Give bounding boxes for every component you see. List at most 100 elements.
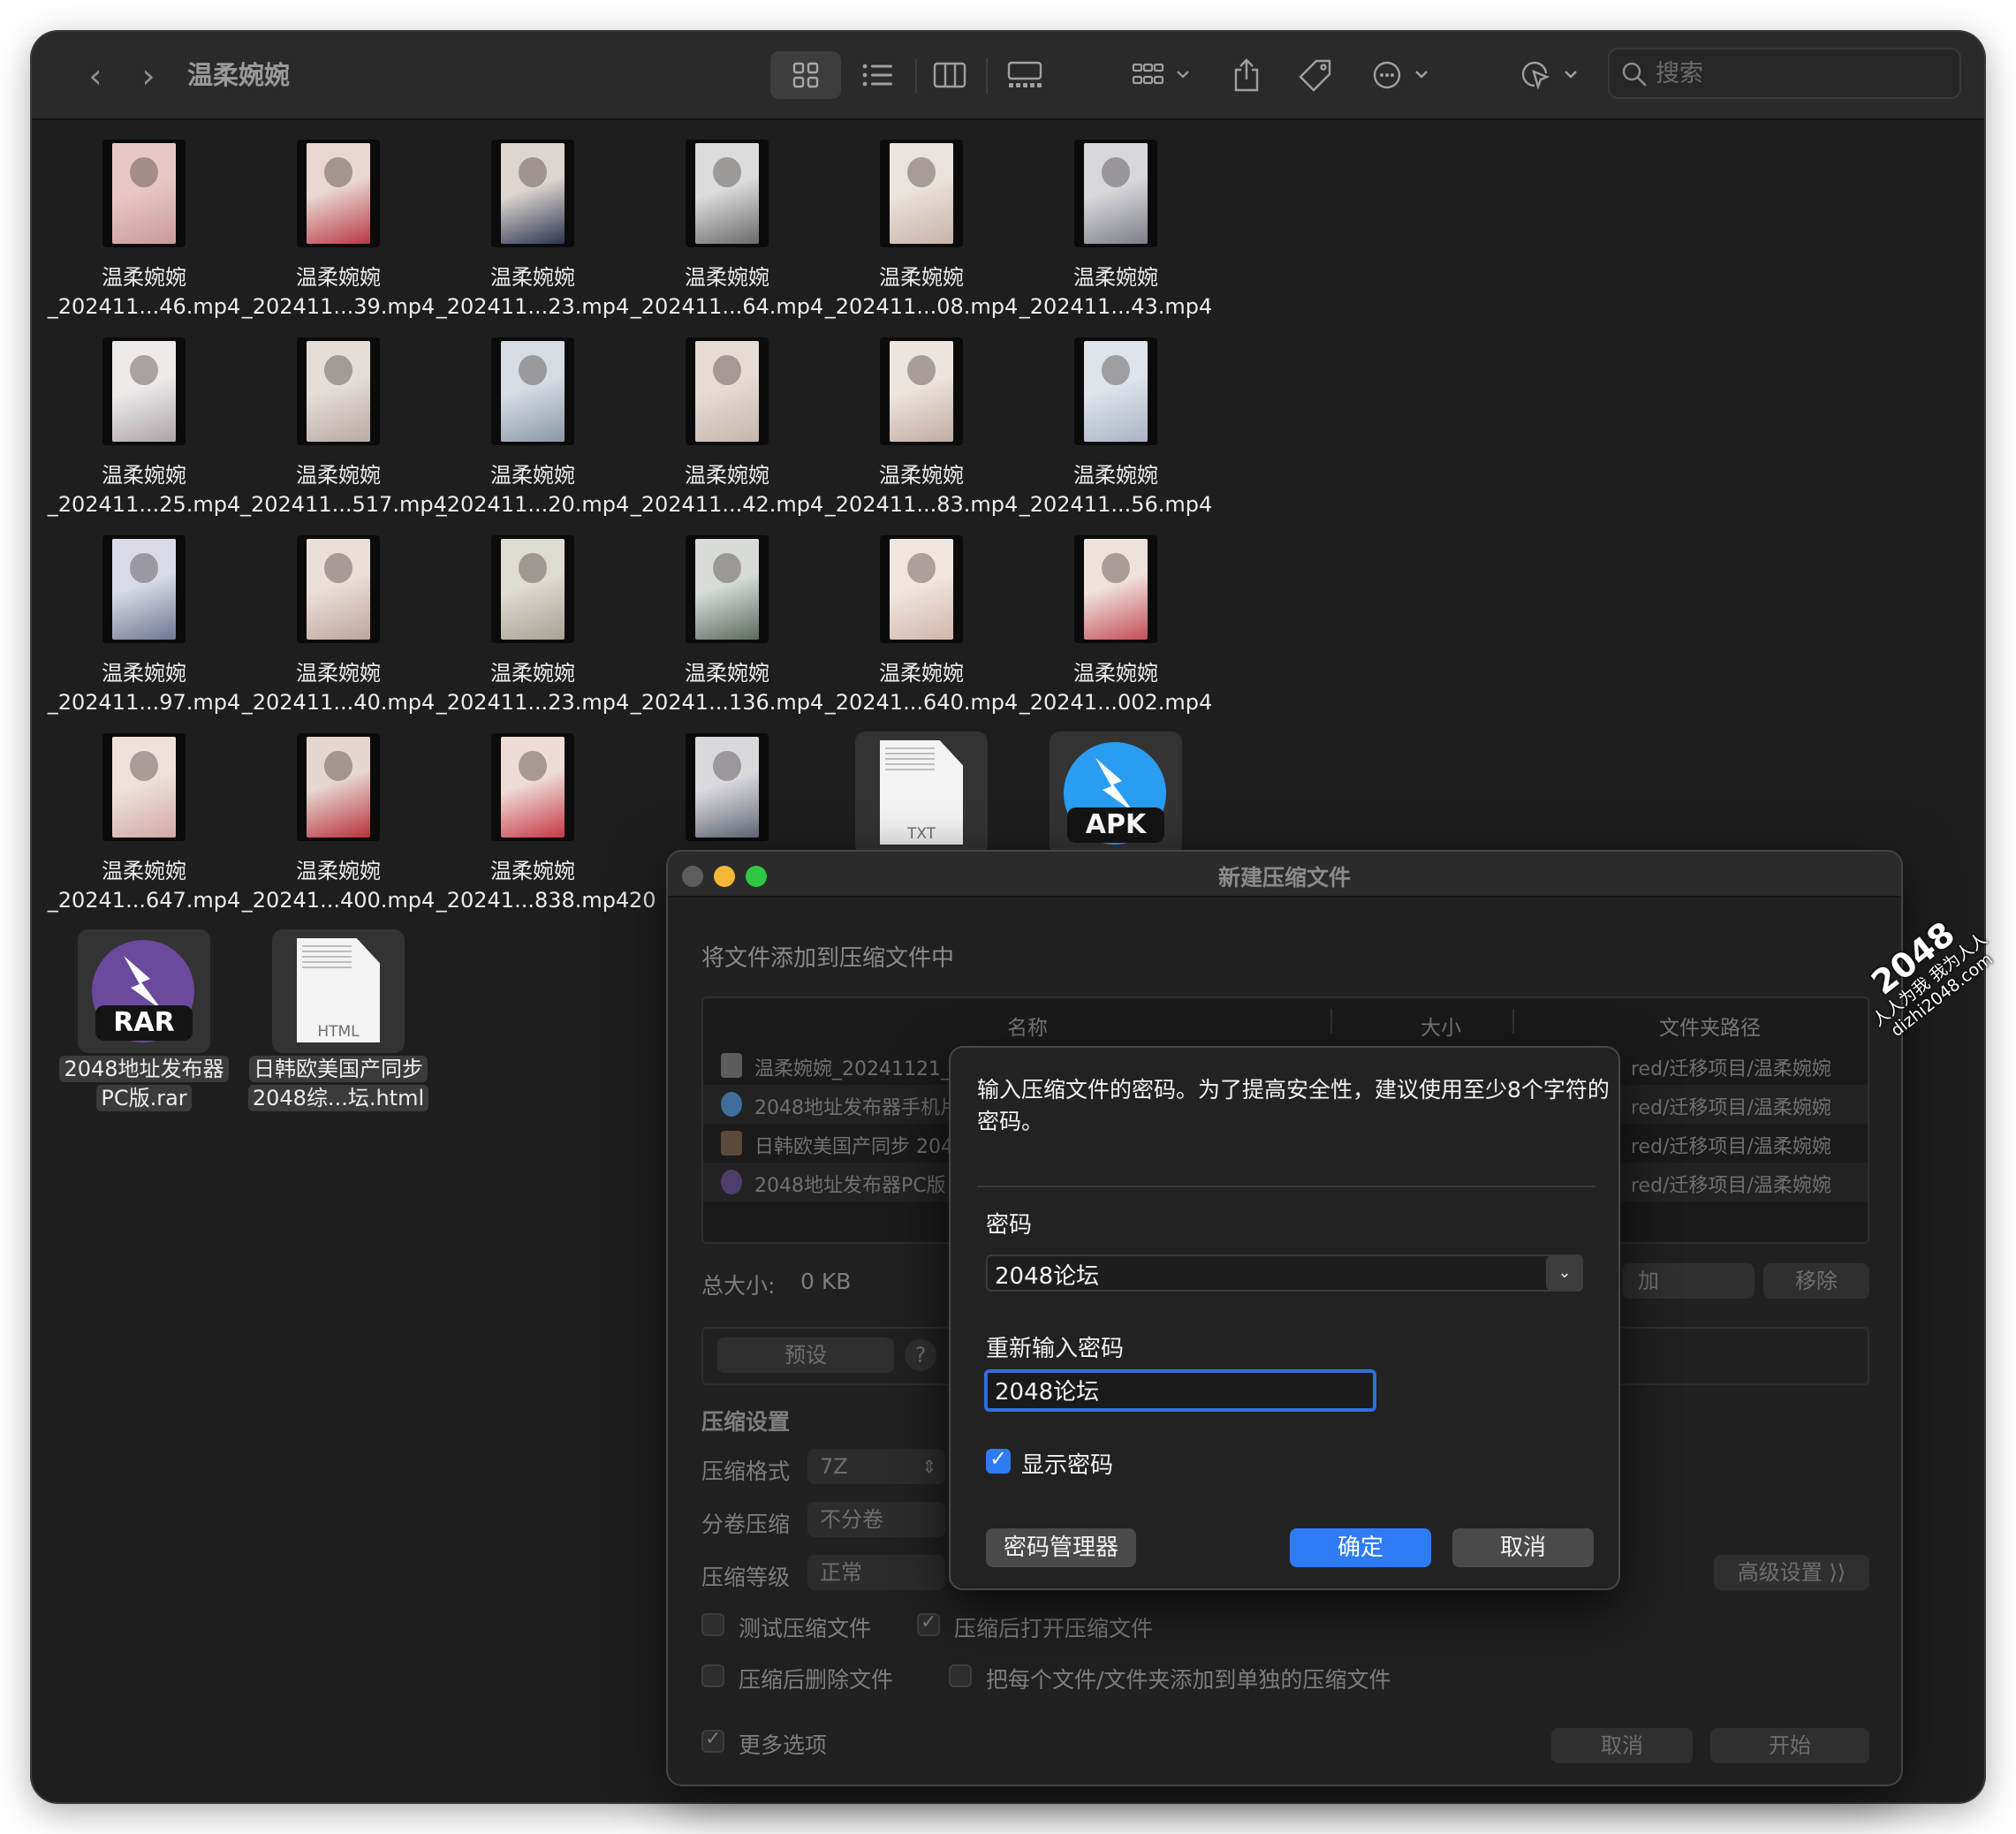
thumbnail-image <box>501 737 565 837</box>
video-file-item[interactable]: 温柔婉婉 _202411...83.mp4 <box>825 334 1018 519</box>
row-file-name: 2048地址发布器手机片 <box>754 1097 959 1119</box>
video-file-item[interactable]: 温柔婉婉 _20241...838.mp4 <box>436 730 629 915</box>
gallery-view-button[interactable] <box>998 51 1051 99</box>
video-file-item[interactable]: 温柔婉婉 _20241...640.mp4 <box>825 532 1018 717</box>
preset-button[interactable]: 预设 <box>717 1338 894 1373</box>
search-field[interactable] <box>1608 48 1961 99</box>
html-file-item[interactable]: HTML 日韩欧美国产同步 2048综...坛.html <box>246 928 431 1113</box>
file-name-line-1: 温柔婉婉 <box>296 661 381 686</box>
column-header-size[interactable]: 大小 <box>1421 1011 1461 1041</box>
markup-button[interactable] <box>1516 51 1587 99</box>
tag-button[interactable] <box>1293 51 1338 99</box>
video-file-item[interactable]: 温柔婉婉 _202411...517.mp4 <box>240 334 447 519</box>
file-name-line-2: _20241...838.mp4 <box>436 888 630 913</box>
thumbnail-image <box>695 341 759 442</box>
forward-button[interactable]: › <box>131 58 166 94</box>
file-name-line-2: 2048综...坛.html <box>247 1085 429 1111</box>
file-name-label: 温柔婉婉 _202411...56.mp4 <box>1018 461 1214 519</box>
video-file-item[interactable]: 温柔婉婉 _202411...43.mp4 <box>1019 136 1212 322</box>
list-view-button[interactable] <box>853 51 901 99</box>
video-file-item[interactable]: 温柔婉婉 _202411...25.mp4 <box>48 334 240 519</box>
video-file-item[interactable]: 温柔婉婉 _202411...42.mp4 <box>631 334 823 519</box>
file-name-line-1: 温柔婉婉 <box>296 265 381 290</box>
video-file-item[interactable]: 温柔婉婉 _20241...002.mp4 <box>1019 532 1212 717</box>
file-name-line-1: 温柔婉婉 <box>490 265 575 290</box>
more-icon <box>1373 61 1428 89</box>
reenter-password-field[interactable] <box>984 1369 1376 1412</box>
dialog-titlebar: 新建压缩文件 <box>668 852 1901 898</box>
video-thumbnail <box>297 733 380 841</box>
ok-button[interactable]: 确定 <box>1290 1528 1431 1567</box>
password-manager-button[interactable]: 密码管理器 <box>986 1528 1136 1567</box>
level-select[interactable]: 正常 <box>807 1555 945 1590</box>
file-name-line-2: 20 <box>629 888 656 913</box>
test-archive-checkbox[interactable] <box>701 1613 724 1636</box>
video-thumbnail <box>686 337 769 445</box>
file-name-line-1: 温柔婉婉 <box>1073 661 1158 686</box>
format-select[interactable]: 7Z ⇕ <box>807 1449 945 1484</box>
share-button[interactable] <box>1226 51 1267 99</box>
video-thumbnail <box>491 535 574 643</box>
more-options-checkbox[interactable] <box>701 1728 724 1753</box>
delete-after-label: 压缩后删除文件 <box>739 1667 894 1693</box>
delete-after-checkbox[interactable] <box>701 1664 724 1687</box>
reenter-password-input[interactable] <box>995 1375 1366 1405</box>
dialog-cancel-button[interactable]: 取消 <box>1551 1728 1693 1763</box>
file-name-line-1: 温柔婉婉 <box>490 859 575 883</box>
remove-file-button[interactable]: 移除 <box>1763 1263 1869 1299</box>
start-button[interactable]: 开始 <box>1710 1728 1869 1763</box>
video-file-item[interactable]: 温柔婉婉 _202411...56.mp4 <box>1019 334 1212 519</box>
add-file-button[interactable]: 加 <box>1622 1263 1755 1299</box>
video-file-item[interactable]: 温柔婉婉 _20241...400.mp4 <box>242 730 435 915</box>
thumbnail-image <box>112 737 176 837</box>
video-file-item[interactable]: 温柔婉婉 _20241...647.mp4 <box>48 730 240 915</box>
password-input[interactable] <box>995 1259 1525 1289</box>
video-file-item[interactable]: 温柔婉婉 _20241...136.mp4 <box>631 532 823 717</box>
action-menu-button[interactable] <box>1368 51 1438 99</box>
advanced-settings-button[interactable]: 高级设置 ⟩⟩ <box>1714 1555 1869 1590</box>
search-input[interactable] <box>1656 57 1947 90</box>
file-name-line-1: 温柔婉婉 <box>102 463 186 488</box>
group-button[interactable] <box>1127 51 1200 99</box>
sheet-divider <box>977 1186 1595 1187</box>
document-icon <box>721 1053 742 1078</box>
video-file-item[interactable]: 温柔婉婉 _202411...46.mp4 <box>48 136 240 322</box>
icon-view-button[interactable] <box>770 51 841 99</box>
file-name-label: 20 <box>629 886 664 915</box>
video-thumbnail <box>491 733 574 841</box>
cancel-button[interactable]: 取消 <box>1452 1528 1594 1567</box>
password-combo[interactable]: ⌄ <box>986 1254 1583 1292</box>
video-file-item[interactable]: 温柔婉婉 _202411...23.mp4 <box>436 532 629 717</box>
show-password-checkbox[interactable] <box>986 1446 1011 1474</box>
video-file-item[interactable]: 温柔婉婉 _202411...08.mp4 <box>825 136 1018 322</box>
more-options-label: 更多选项 <box>739 1732 828 1758</box>
open-after-checkbox[interactable] <box>917 1611 940 1636</box>
thumbnail-image <box>890 143 953 244</box>
file-name-line-2: PC版.rar <box>96 1085 192 1111</box>
separate-archives-checkbox[interactable] <box>949 1664 972 1687</box>
chevron-down-icon[interactable]: ⌄ <box>1546 1254 1583 1292</box>
video-file-item[interactable]: 温柔婉婉 _202411...97.mp4 <box>48 532 240 717</box>
rar-file-item[interactable]: RAR 2048地址发布器 PC版.rar <box>51 928 237 1113</box>
thumbnail-image <box>112 539 176 640</box>
column-header-name[interactable]: 名称 <box>1007 1011 1048 1041</box>
list-icon <box>862 64 892 87</box>
file-name-label: 温柔婉婉 _202411...23.mp4 <box>435 659 631 717</box>
file-name-label: 温柔婉婉 _202411...46.mp4 <box>46 263 242 322</box>
video-file-item[interactable]: 温柔婉婉 _202411...39.mp4 <box>242 136 435 322</box>
help-button[interactable]: ? <box>905 1339 936 1371</box>
video-file-item[interactable]: 温柔婉婉 _202411...23.mp4 <box>436 136 629 322</box>
video-file-item[interactable]: 温柔婉婉 _202411...20.mp4 <box>436 334 629 519</box>
video-file-item[interactable]: 温柔婉婉 _202411...40.mp4 <box>242 532 435 717</box>
split-select[interactable]: 不分卷 <box>807 1502 945 1537</box>
column-header-path[interactable]: 文件夹路径 <box>1659 1011 1761 1041</box>
thumbnail-image <box>112 143 176 244</box>
file-name-label: 温柔婉婉 _202411...25.mp4 <box>46 461 242 519</box>
video-file-item[interactable]: 温柔婉婉 _202411...64.mp4 <box>631 136 823 322</box>
column-view-button[interactable] <box>926 51 974 99</box>
file-name-line-1: 温柔婉婉 <box>490 463 575 488</box>
video-thumbnail <box>102 140 186 247</box>
back-button[interactable]: ‹ <box>78 58 113 94</box>
search-icon <box>1622 62 1647 87</box>
file-extension-label: HTML <box>317 1023 360 1041</box>
